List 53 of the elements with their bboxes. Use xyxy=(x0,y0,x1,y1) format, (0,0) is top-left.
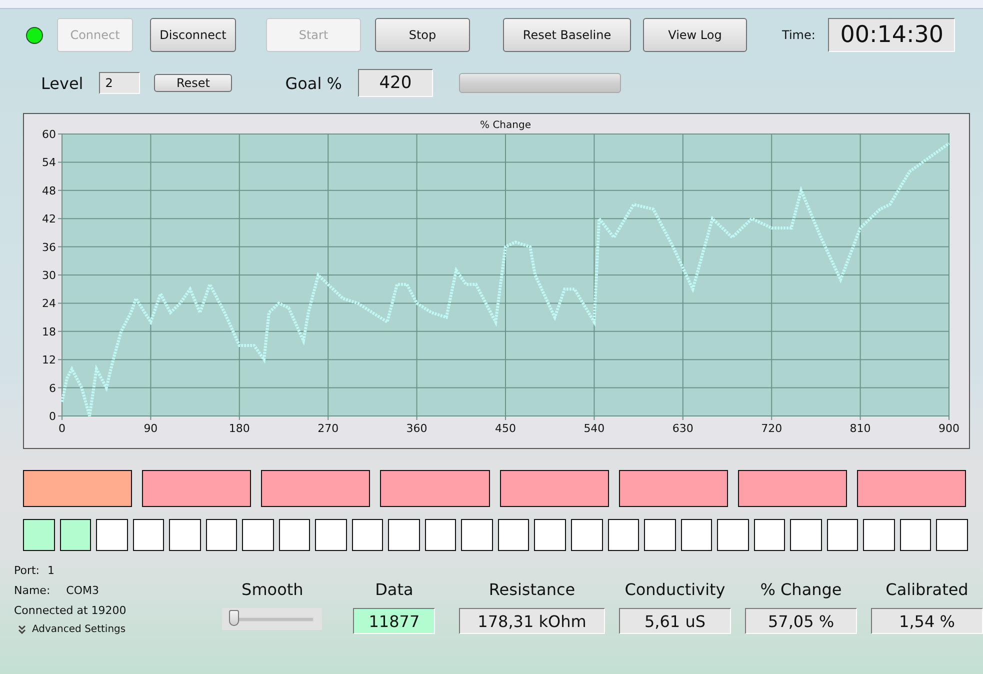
x-tick-label: 810 xyxy=(850,422,871,435)
readout-label: Calibrated xyxy=(886,580,968,599)
readout-value: 11877 xyxy=(353,608,436,634)
readout-label: % Change xyxy=(760,580,842,599)
y-tick-label: 24 xyxy=(42,297,56,310)
double-chevron-icon xyxy=(18,625,26,634)
reset-button[interactable]: Reset xyxy=(154,74,232,92)
readout-value: 178,31 kOhm xyxy=(459,608,605,634)
y-tick-label: 30 xyxy=(42,269,56,282)
readout-value: 5,61 uS xyxy=(619,608,731,634)
y-tick-label: 12 xyxy=(42,354,56,367)
goal-label: Goal % xyxy=(285,74,342,92)
x-tick-label: 360 xyxy=(406,422,428,435)
smooth-slider[interactable] xyxy=(222,608,322,630)
name-label: Name: xyxy=(14,584,50,597)
y-tick-label: 6 xyxy=(49,382,56,395)
y-tick-label: 60 xyxy=(42,128,56,141)
readout-value: 57,05 % xyxy=(745,608,857,634)
readout-label: Data xyxy=(375,580,414,599)
connection-status: Connected at 19200 xyxy=(14,604,128,617)
level-label: Level xyxy=(41,74,84,92)
x-tick-label: 0 xyxy=(58,422,66,435)
x-tick-label: 900 xyxy=(938,422,960,435)
toolbar-button[interactable]: Reset Baseline xyxy=(503,18,631,52)
y-tick-label: 48 xyxy=(42,184,56,198)
name-value: COM3 xyxy=(66,584,99,597)
y-tick-label: 18 xyxy=(42,325,56,338)
toolbar-button[interactable]: Disconnect xyxy=(150,18,236,52)
port-value: 1 xyxy=(48,564,55,577)
y-tick-label: 54 xyxy=(42,156,56,170)
goal-field: 420 xyxy=(358,69,433,97)
x-tick-label: 720 xyxy=(761,422,782,435)
time-label: Time: xyxy=(782,28,816,42)
x-tick-label: 540 xyxy=(584,422,605,435)
readout-value: 1,54 % xyxy=(871,608,983,634)
chart-title: % Change xyxy=(480,120,531,131)
toolbar-button[interactable]: Stop xyxy=(375,18,470,52)
x-tick-label: 630 xyxy=(672,422,694,435)
smooth-label: Smooth xyxy=(242,580,304,599)
readout-label: Conductivity xyxy=(624,580,726,599)
level-field[interactable]: 2 xyxy=(99,72,140,94)
y-tick-label: 0 xyxy=(49,410,56,423)
time-display: 00:14:30 xyxy=(828,18,956,52)
advanced-settings-link[interactable]: Advanced Settings xyxy=(32,624,126,635)
y-tick-label: 36 xyxy=(42,240,56,254)
readout-label: Resistance xyxy=(488,580,576,599)
port-label: Port: xyxy=(14,564,40,577)
x-tick-label: 450 xyxy=(495,422,516,435)
x-tick-label: 90 xyxy=(144,422,158,435)
y-tick-label: 42 xyxy=(42,212,56,226)
toolbar-button[interactable]: View Log xyxy=(643,18,747,52)
x-tick-label: 270 xyxy=(318,422,339,435)
x-tick-label: 180 xyxy=(228,422,250,435)
